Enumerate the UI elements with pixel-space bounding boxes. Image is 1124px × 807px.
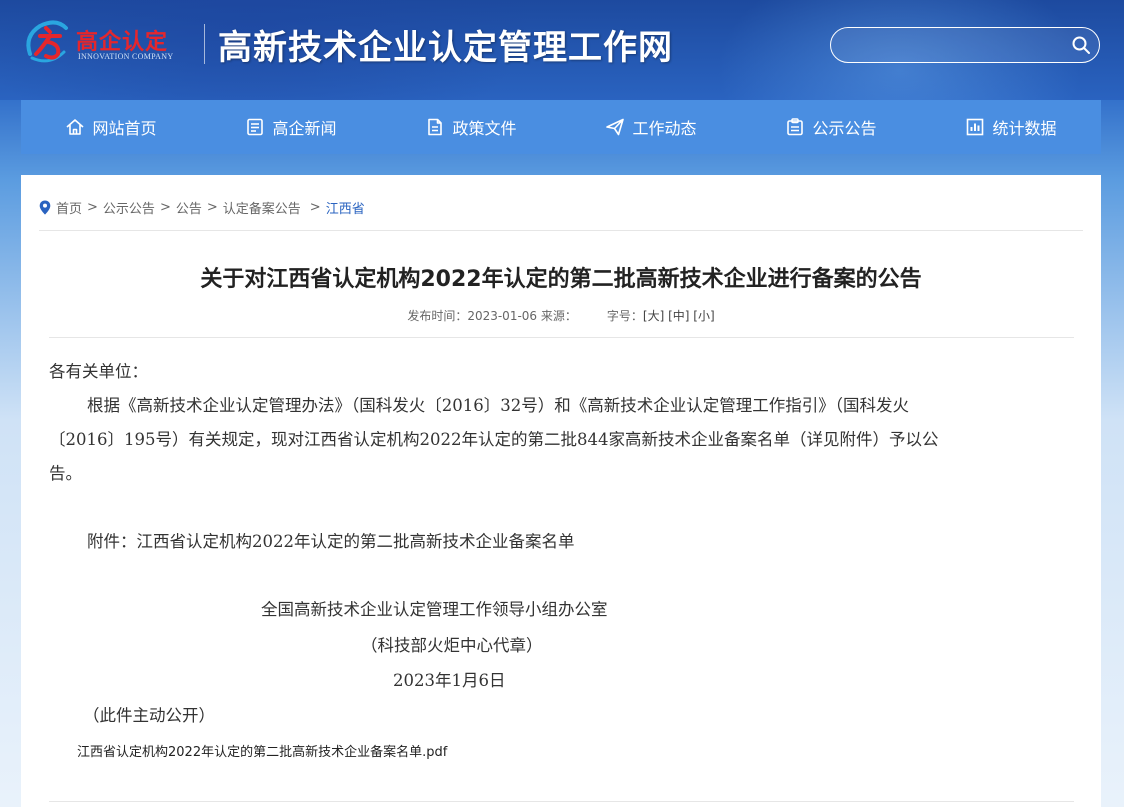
nav-item-statistics[interactable]: 统计数据: [921, 100, 1101, 154]
breadcrumb-home[interactable]: 首页: [56, 198, 82, 217]
public-note: （此件主动公开）: [83, 706, 215, 725]
font-size-small-button[interactable]: [小]: [693, 309, 714, 323]
signature-org: 全国高新技术企业认定管理工作领导小组办公室: [261, 600, 608, 619]
content-card: 首页 > 公示公告 > 公告 > 认定备案公告 > 江西省 关于对江西省认定机构…: [21, 175, 1101, 807]
logo-mark-icon: [26, 20, 68, 63]
bar-chart-icon: [967, 118, 984, 136]
search-icon[interactable]: [1071, 35, 1091, 55]
paragraph-line: 〔2016〕195号）有关规定，现对江西省认定机构2022年认定的第二批844家…: [49, 430, 939, 449]
paragraph-line: 根据《高新技术企业认定管理办法》（国科发火〔2016〕32号）和《高新技术企业认…: [87, 396, 909, 415]
clipboard-icon: [787, 118, 804, 136]
article-body: 各有关单位： 根据《高新技术企业认定管理办法》（国科发火〔2016〕32号）和《…: [49, 355, 1079, 559]
breadcrumb-announcement[interactable]: 公告: [176, 198, 202, 217]
search-input[interactable]: [843, 34, 1067, 58]
site-logo[interactable]: 高企认定 INNOVATION COMPANY: [20, 14, 190, 70]
publish-info: 发布时间：2023-01-06 来源：: [407, 309, 577, 323]
font-size-medium-button[interactable]: [中]: [668, 309, 689, 323]
nav-item-news[interactable]: 高企新闻: [201, 100, 381, 154]
article-meta: 发布时间：2023-01-06 来源： 字号：[大] [中] [小]: [21, 307, 1101, 324]
font-size-large-button[interactable]: [大]: [643, 309, 664, 323]
breadcrumb: 首页 > 公示公告 > 公告 > 认定备案公告 > 江西省: [39, 198, 365, 217]
document-icon: [428, 118, 443, 136]
salutation: 各有关单位：: [49, 362, 148, 381]
font-size-label: 字号：: [606, 309, 643, 323]
nav-item-label: 公示公告: [812, 119, 877, 138]
attachment-note: 附件：江西省认定机构2022年认定的第二批高新技术企业备案名单: [87, 532, 575, 551]
article-title: 关于对江西省认定机构2022年认定的第二批高新技术企业进行备案的公告: [200, 267, 922, 292]
site-title: 高新技术企业认定管理工作网: [218, 28, 673, 68]
paper-plane-icon: [606, 118, 625, 136]
nav-item-label: 网站首页: [92, 119, 157, 138]
nav-item-home[interactable]: 网站首页: [21, 100, 201, 154]
divider: [49, 337, 1074, 338]
divider: [39, 230, 1083, 231]
home-icon: [66, 119, 85, 135]
nav-item-policy[interactable]: 政策文件: [381, 100, 561, 154]
breadcrumb-separator: >: [206, 200, 218, 215]
breadcrumb-current[interactable]: 江西省: [326, 198, 365, 217]
nav-item-label: 政策文件: [452, 119, 517, 138]
news-icon: [247, 118, 264, 136]
logo-text-en: INNOVATION COMPANY: [78, 52, 174, 61]
breadcrumb-separator: >: [309, 200, 321, 215]
signature-date: 2023年1月6日: [393, 671, 506, 690]
nav-item-label: 工作动态: [632, 119, 697, 138]
location-pin-icon: [39, 200, 51, 215]
attachment-pdf-link[interactable]: 江西省认定机构2022年认定的第二批高新技术企业备案名单.pdf: [77, 741, 447, 760]
breadcrumb-separator: >: [87, 200, 98, 215]
nav-item-label: 统计数据: [992, 119, 1057, 138]
divider: [49, 801, 1074, 802]
breadcrumb-filing[interactable]: 认定备案公告: [223, 198, 301, 217]
paragraph-line: 告。: [49, 464, 82, 483]
site-header: 高企认定 INNOVATION COMPANY 高新技术企业认定管理工作网: [0, 0, 1124, 100]
nav-item-notice[interactable]: 公示公告: [741, 100, 921, 154]
search-box: [830, 27, 1100, 63]
main-nav: 网站首页 高企新闻 政策文件 工作动态 公示公告 统计数据: [21, 100, 1101, 154]
breadcrumb-notice[interactable]: 公示公告: [103, 198, 155, 217]
header-divider: [204, 24, 205, 64]
nav-item-label: 高企新闻: [272, 119, 337, 138]
nav-item-work[interactable]: 工作动态: [561, 100, 741, 154]
breadcrumb-separator: >: [159, 200, 171, 215]
signature-seal: （科技部火炬中心代章）: [361, 636, 543, 655]
